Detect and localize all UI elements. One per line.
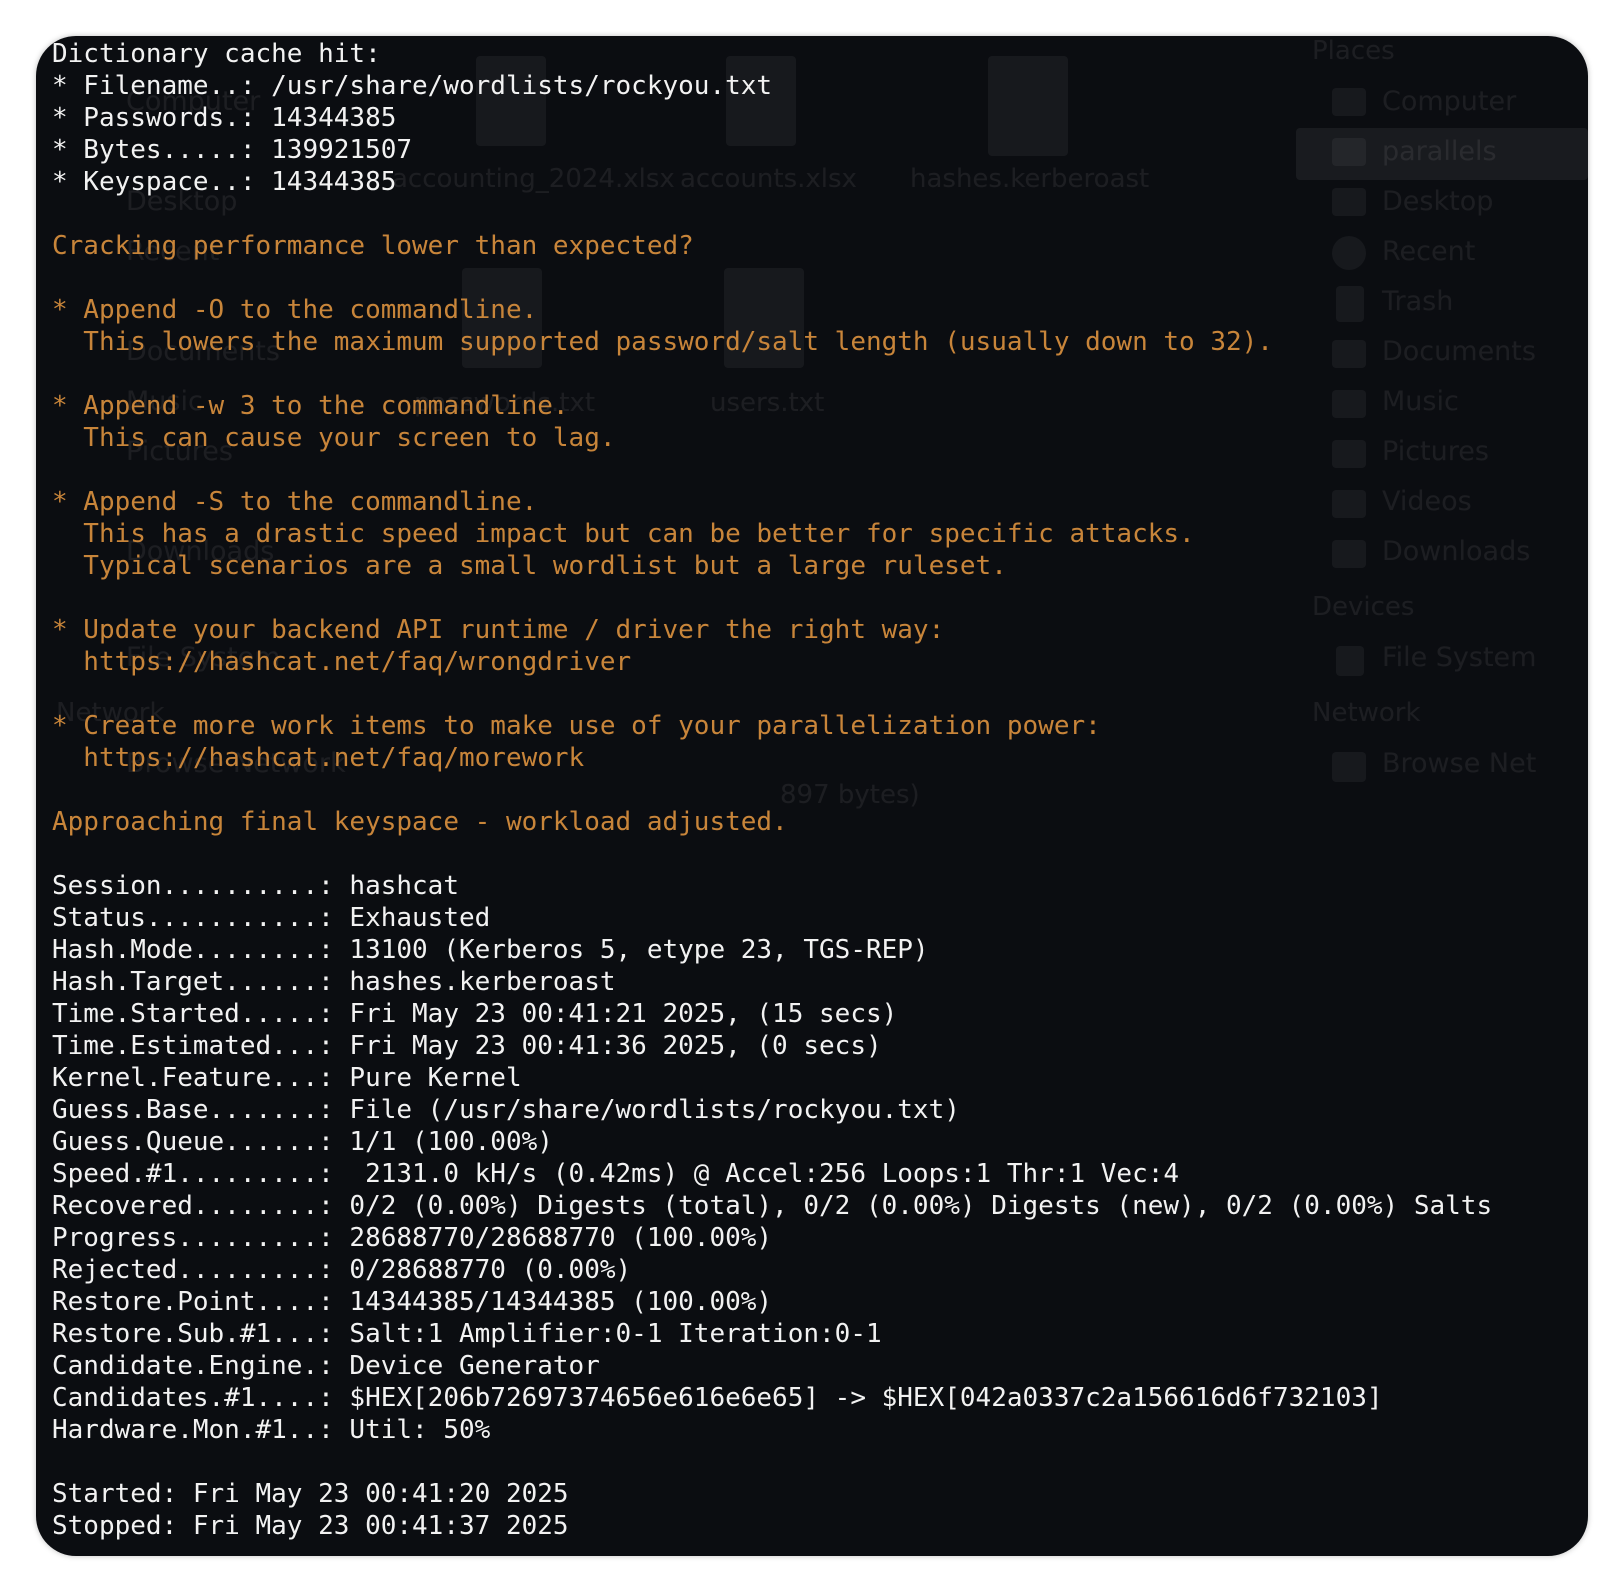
terminal-line: Hash.Mode........: 13100 (Kerberos 5, et… [52, 935, 929, 965]
terminal-line: Guess.Base.......: File (/usr/share/word… [52, 1095, 960, 1125]
terminal-line: Hash.Target......: hashes.kerberoast [52, 967, 616, 997]
terminal-line: Restore.Sub.#1...: Salt:1 Amplifier:0-1 … [52, 1319, 882, 1349]
terminal-line: This can cause your screen to lag. [52, 423, 616, 453]
terminal-line: * Append -S to the commandline. [52, 487, 538, 517]
terminal-line: Stopped: Fri May 23 00:41:37 2025 [52, 1511, 569, 1541]
terminal-line: Typical scenarios are a small wordlist b… [52, 551, 1007, 581]
terminal-line: Kernel.Feature...: Pure Kernel [52, 1063, 522, 1093]
terminal-line: Candidate.Engine.: Device Generator [52, 1351, 600, 1381]
terminal-line: Session..........: hashcat [52, 871, 459, 901]
terminal-line: * Keyspace..: 14344385 [52, 167, 397, 197]
terminal-line: Recovered........: 0/2 (0.00%) Digests (… [52, 1191, 1493, 1221]
terminal-line: Progress.........: 28688770/28688770 (10… [52, 1223, 773, 1253]
terminal-line: Cracking performance lower than expected… [52, 231, 694, 261]
terminal-line: Restore.Point....: 14344385/14344385 (10… [52, 1287, 773, 1317]
terminal-line: Approaching final keyspace - workload ad… [52, 807, 788, 837]
terminal-line: * Append -w 3 to the commandline. [52, 391, 569, 421]
terminal-line: Time.Estimated...: Fri May 23 00:41:36 2… [52, 1031, 882, 1061]
terminal-line: https://hashcat.net/faq/wrongdriver [52, 647, 632, 677]
terminal-line: Dictionary cache hit: [52, 39, 381, 69]
terminal-output[interactable]: Dictionary cache hit: * Filename..: /usr/… [52, 38, 1588, 1542]
terminal-line: Candidates.#1....: $HEX[206b72697374656e… [52, 1383, 1383, 1413]
terminal-line: Speed.#1.........: 2131.0 kH/s (0.42ms) … [52, 1159, 1180, 1189]
terminal-line: Rejected.........: 0/28688770 (0.00%) [52, 1255, 632, 1285]
terminal-line: * Filename..: /usr/share/wordlists/rocky… [52, 71, 773, 101]
terminal-window: Places Computer parallels Desktop Recent… [36, 36, 1588, 1556]
terminal-line: https://hashcat.net/faq/morework [52, 743, 585, 773]
terminal-line: * Append -O to the commandline. [52, 295, 538, 325]
terminal-line: This lowers the maximum supported passwo… [52, 327, 1273, 357]
terminal-line: This has a drastic speed impact but can … [52, 519, 1195, 549]
terminal-line: Status...........: Exhausted [52, 903, 491, 933]
terminal-line: Time.Started.....: Fri May 23 00:41:21 2… [52, 999, 898, 1029]
terminal-line: * Passwords.: 14344385 [52, 103, 397, 133]
terminal-line: Guess.Queue......: 1/1 (100.00%) [52, 1127, 553, 1157]
terminal-line: Started: Fri May 23 00:41:20 2025 [52, 1479, 569, 1509]
terminal-line: * Update your backend API runtime / driv… [52, 615, 945, 645]
terminal-line: * Bytes.....: 139921507 [52, 135, 413, 165]
terminal-line: * Create more work items to make use of … [52, 711, 1101, 741]
terminal-line: Hardware.Mon.#1..: Util: 50% [52, 1415, 491, 1445]
